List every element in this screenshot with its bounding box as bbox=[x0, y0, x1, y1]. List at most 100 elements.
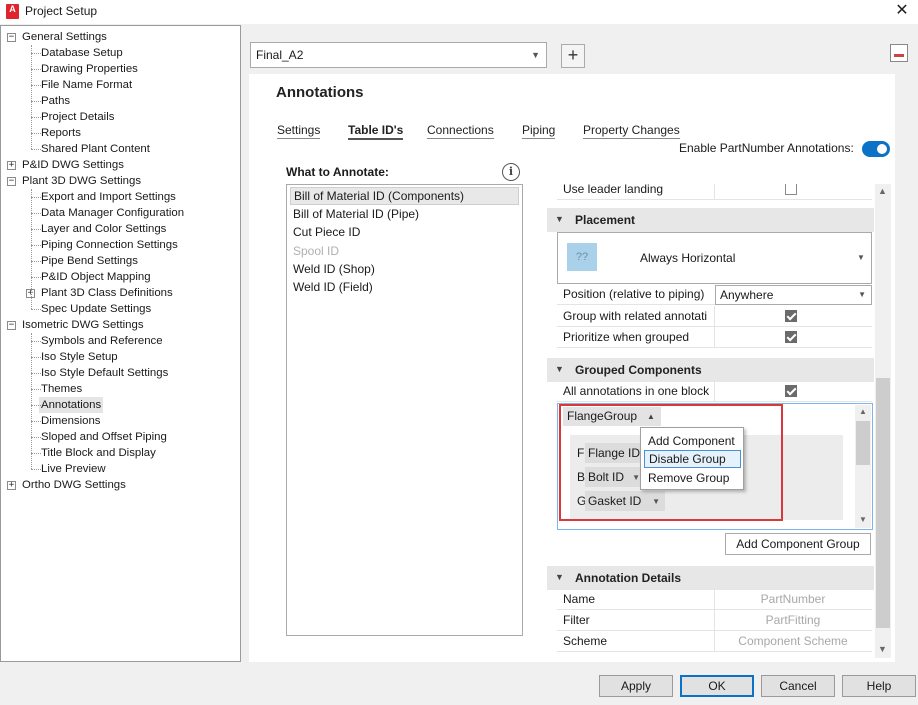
tree-item[interactable]: Isometric DWG Settings bbox=[20, 317, 146, 333]
collapse-icon[interactable]: − bbox=[7, 321, 16, 330]
tree-connector bbox=[31, 453, 41, 454]
orientation-preview: ?? bbox=[567, 243, 597, 271]
tree-item[interactable]: Spec Update Settings bbox=[39, 301, 153, 317]
tree-item[interactable]: Layer and Color Settings bbox=[39, 221, 168, 237]
close-button[interactable]: ✕ bbox=[886, 0, 918, 24]
scrollbar-thumb[interactable] bbox=[856, 421, 870, 465]
use-leader-landing-checkbox[interactable] bbox=[785, 184, 797, 195]
cancel-button[interactable]: Cancel bbox=[761, 675, 835, 697]
category-label: Grouped Components bbox=[575, 363, 702, 377]
tree-item[interactable]: Dimensions bbox=[39, 413, 103, 429]
tree-item[interactable]: Ortho DWG Settings bbox=[20, 477, 128, 493]
chevron-down-icon: ▼ bbox=[531, 50, 540, 60]
property-row-group-related: Group with related annotati bbox=[557, 306, 872, 327]
tree-item[interactable]: File Name Format bbox=[39, 77, 134, 93]
scroll-down-icon[interactable]: ▼ bbox=[859, 515, 867, 524]
tree-item[interactable]: Paths bbox=[39, 93, 72, 109]
property-label: Position (relative to piping) bbox=[563, 287, 705, 301]
tree-connector bbox=[31, 389, 41, 390]
tree-connector bbox=[31, 85, 41, 86]
tab-connections[interactable]: Connections bbox=[427, 123, 494, 139]
chevron-down-icon: ▼ bbox=[857, 253, 865, 262]
tab-piping[interactable]: Piping bbox=[522, 123, 556, 139]
info-icon[interactable]: i bbox=[502, 163, 520, 181]
ok-button[interactable]: OK bbox=[680, 675, 754, 697]
scroll-down-icon[interactable]: ▼ bbox=[878, 644, 887, 654]
collapse-icon[interactable]: − bbox=[7, 177, 16, 186]
list-item[interactable]: Weld ID (Shop) bbox=[290, 260, 375, 278]
tab-property-changes[interactable]: Property Changes bbox=[583, 123, 680, 139]
tree-connector bbox=[31, 309, 41, 310]
tree-connector bbox=[31, 133, 41, 134]
property-row-use-leader-landing: Use leader landing bbox=[557, 184, 872, 200]
tree-item[interactable]: Drawing Properties bbox=[39, 61, 140, 77]
position-value: Anywhere bbox=[720, 288, 774, 302]
tree-connector bbox=[31, 117, 41, 118]
tree-item[interactable]: Live Preview bbox=[39, 461, 108, 477]
list-item[interactable]: Bill of Material ID (Components) bbox=[290, 187, 519, 205]
category-grouped-components[interactable]: ▼ Grouped Components bbox=[547, 358, 874, 382]
group-related-checkbox[interactable] bbox=[785, 310, 797, 322]
position-dropdown[interactable]: Anywhere ▼ bbox=[715, 285, 872, 305]
tree-item[interactable]: Export and Import Settings bbox=[39, 189, 178, 205]
tree-item[interactable]: Plant 3D Class Definitions bbox=[39, 285, 175, 301]
collapse-icon[interactable]: − bbox=[7, 33, 16, 42]
report-icon[interactable] bbox=[890, 44, 908, 62]
tree-item[interactable]: Sloped and Offset Piping bbox=[39, 429, 169, 445]
tree-item[interactable]: Shared Plant Content bbox=[39, 141, 152, 157]
enable-partnumber-toggle[interactable] bbox=[862, 141, 890, 157]
tree-item[interactable]: Iso Style Default Settings bbox=[39, 365, 170, 381]
category-annotation-details[interactable]: ▼ Annotation Details bbox=[547, 566, 874, 590]
property-row-name: Name PartNumber bbox=[557, 589, 872, 610]
collapse-caret-icon: ▼ bbox=[555, 572, 564, 582]
tree-connector bbox=[31, 341, 41, 342]
tree-item[interactable]: Database Setup bbox=[39, 45, 125, 61]
tab-table-ids[interactable]: Table ID's bbox=[348, 123, 404, 140]
list-item[interactable]: Weld ID (Field) bbox=[290, 278, 373, 296]
tree-item[interactable]: Themes bbox=[39, 381, 84, 397]
name-value[interactable]: PartNumber bbox=[714, 589, 871, 609]
tree-connector bbox=[31, 245, 41, 246]
tree-item[interactable]: Piping Connection Settings bbox=[39, 237, 180, 253]
scrollbar-thumb[interactable] bbox=[876, 378, 890, 628]
tree-item[interactable]: Project Details bbox=[39, 109, 116, 125]
apply-button[interactable]: Apply bbox=[599, 675, 673, 697]
tab-settings[interactable]: Settings bbox=[277, 123, 321, 139]
tree-item[interactable]: Reports bbox=[39, 125, 83, 141]
list-item[interactable]: Bill of Material ID (Pipe) bbox=[290, 205, 419, 223]
all-in-one-checkbox[interactable] bbox=[785, 385, 797, 397]
list-item[interactable]: Cut Piece ID bbox=[290, 223, 360, 241]
tree-connector bbox=[31, 421, 41, 422]
prioritize-checkbox[interactable] bbox=[785, 331, 797, 343]
category-placement[interactable]: ▼ Placement bbox=[547, 208, 874, 232]
tree-item[interactable]: Data Manager Configuration bbox=[39, 205, 186, 221]
tree-item[interactable]: Title Block and Display bbox=[39, 445, 158, 461]
annotation-type-list: Bill of Material ID (Components) Bill of… bbox=[286, 184, 523, 636]
filter-value[interactable]: PartFitting bbox=[714, 610, 871, 630]
group-editor-scrollbar[interactable]: ▲ ▼ bbox=[855, 405, 871, 528]
tree-item[interactable]: P&ID DWG Settings bbox=[20, 157, 126, 173]
help-button[interactable]: Help bbox=[842, 675, 916, 697]
property-label: All annotations in one block bbox=[563, 384, 710, 398]
expand-icon[interactable]: + bbox=[7, 481, 16, 490]
tree-item[interactable]: Iso Style Setup bbox=[39, 349, 120, 365]
scroll-up-icon[interactable]: ▲ bbox=[859, 407, 867, 416]
tree-item[interactable]: Pipe Bend Settings bbox=[39, 253, 140, 269]
tree-item[interactable]: Plant 3D DWG Settings bbox=[20, 173, 143, 189]
category-label: Placement bbox=[575, 213, 636, 227]
add-component-group-button[interactable]: Add Component Group bbox=[725, 533, 871, 555]
property-label: Use leader landing bbox=[563, 184, 664, 196]
add-profile-button[interactable]: + bbox=[561, 44, 585, 68]
tree-item[interactable]: P&ID Object Mapping bbox=[39, 269, 153, 285]
tree-connector bbox=[31, 261, 41, 262]
tree-item[interactable]: General Settings bbox=[20, 29, 109, 45]
orientation-value: Always Horizontal bbox=[640, 251, 736, 265]
profile-dropdown[interactable]: Final_A2 ▼ bbox=[250, 42, 547, 68]
property-row-filter: Filter PartFitting bbox=[557, 610, 872, 631]
scheme-value[interactable]: Component Scheme bbox=[714, 631, 871, 651]
scroll-up-icon[interactable]: ▲ bbox=[878, 186, 887, 196]
tree-item[interactable]: Annotations bbox=[39, 397, 104, 413]
expand-icon[interactable]: + bbox=[7, 161, 16, 170]
tree-item[interactable]: Symbols and Reference bbox=[39, 333, 165, 349]
property-grid-scrollbar[interactable]: ▲ ▼ bbox=[875, 184, 891, 658]
